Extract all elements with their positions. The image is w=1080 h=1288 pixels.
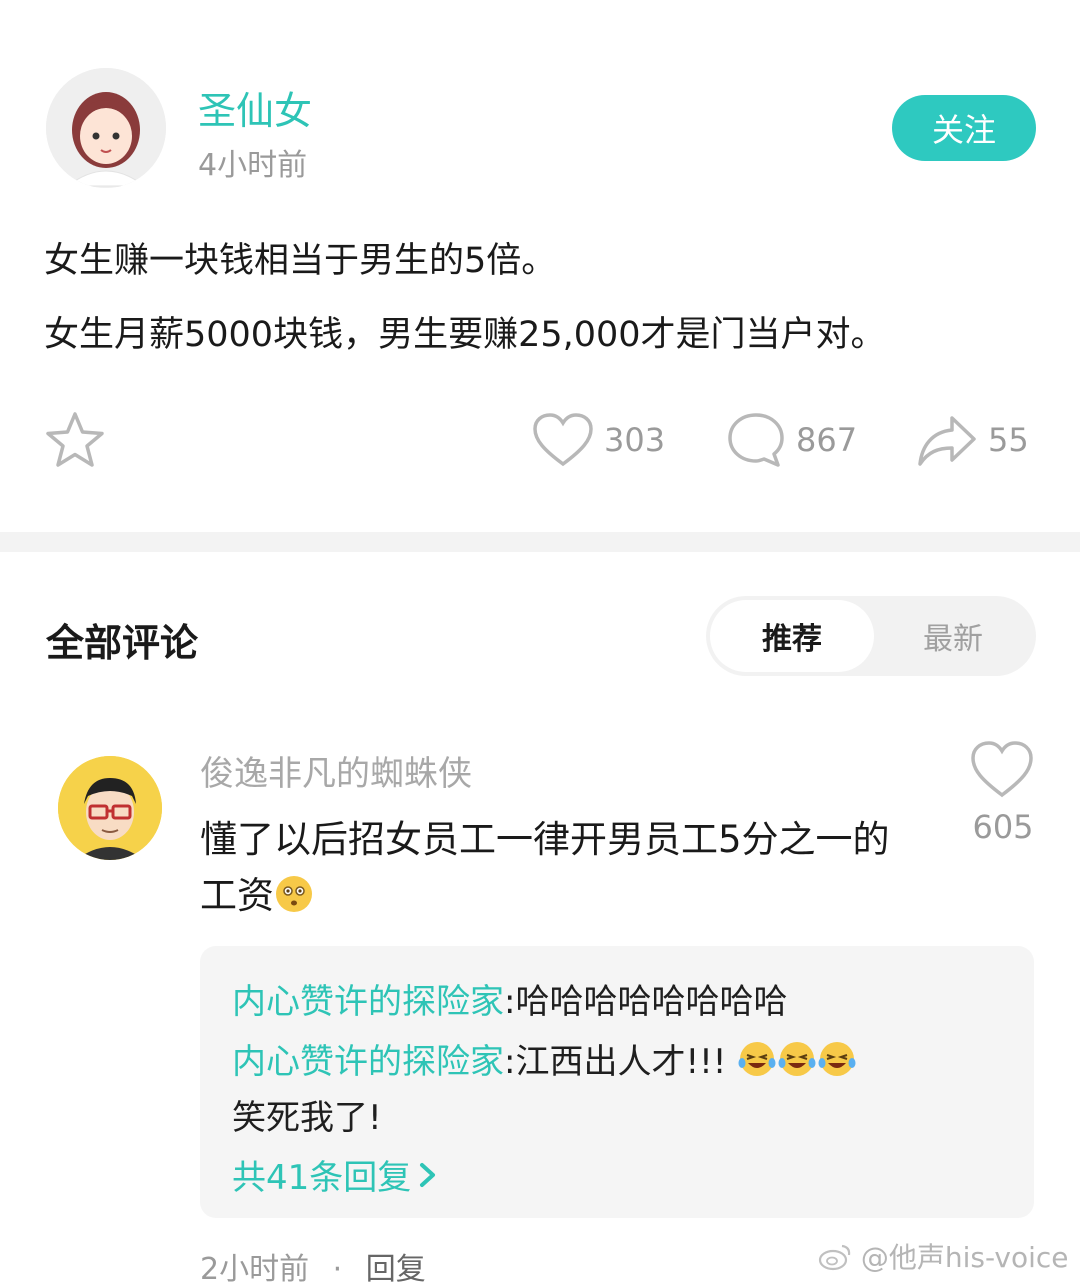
more-replies-link[interactable]: 共41条回复	[232, 1150, 439, 1199]
more-replies-label: 共41条回复	[232, 1158, 412, 1198]
comment-like-count: 605	[972, 808, 1034, 846]
reply-text: 哈哈哈哈哈哈哈哈	[515, 982, 788, 1022]
replies-box: 内心赞许的探险家:哈哈哈哈哈哈哈哈 内心赞许的探险家:江西出人才!!! 笑死我了…	[200, 946, 1034, 1218]
laughing-emoji-icon	[737, 1039, 777, 1079]
heart-icon	[533, 413, 593, 467]
comment-timestamp: 2小时前	[200, 1252, 310, 1287]
share-arrow-icon	[918, 416, 976, 466]
chevron-right-icon	[420, 1162, 436, 1187]
comment-bubble-icon	[728, 413, 784, 467]
comment-action[interactable]: 867	[726, 410, 857, 470]
reply-separator: :	[504, 982, 516, 1022]
share-count: 55	[988, 421, 1029, 459]
like-count: 303	[604, 421, 666, 459]
laughing-emoji-icon	[817, 1039, 857, 1079]
sort-toggle: 推荐 最新	[706, 596, 1036, 676]
girl-avatar-icon	[46, 68, 166, 188]
man-glasses-avatar-icon	[58, 756, 162, 860]
post-timestamp: 4小时前	[198, 148, 308, 183]
post-text-line-1: 女生赚一块钱相当于男生的5倍。	[44, 241, 557, 281]
reply-item[interactable]: 内心赞许的探险家:哈哈哈哈哈哈哈哈	[232, 974, 787, 1023]
dizzy-face-emoji-icon	[274, 874, 314, 914]
footer-dot: ·	[332, 1252, 343, 1287]
reply-button[interactable]: 回复	[366, 1252, 426, 1287]
comment-text: 懂了以后招女员工一律开男员工5分之一的工资	[200, 812, 900, 924]
comments-title: 全部评论	[46, 621, 199, 665]
follow-button[interactable]: 关注	[892, 95, 1036, 161]
reply-separator: :	[504, 1042, 516, 1082]
reply-text: 江西出人才!!!	[515, 1042, 727, 1082]
post-text-line-2: 女生月薪5000块钱，男生要赚25,000才是门当户对。	[44, 315, 886, 355]
comment-like-heart-icon[interactable]	[970, 740, 1034, 800]
watermark: @他声his-voice	[818, 1236, 1068, 1276]
reply-item[interactable]: 内心赞许的探险家:江西出人才!!!	[232, 1034, 857, 1083]
favorite-star-icon[interactable]	[44, 410, 106, 470]
commenter-name[interactable]: 俊逸非凡的蜘蛛侠	[200, 746, 472, 795]
reply-user[interactable]: 内心赞许的探险家	[232, 982, 504, 1022]
comment-count: 867	[796, 421, 858, 459]
like-action[interactable]: 303	[532, 410, 665, 470]
commenter-avatar[interactable]	[58, 756, 162, 860]
reply-user[interactable]: 内心赞许的探险家	[232, 1042, 504, 1082]
section-divider	[0, 532, 1080, 552]
weibo-logo-icon	[818, 1241, 861, 1274]
share-action[interactable]: 55	[916, 410, 1029, 470]
comment-footer: 2小时前 · 回复	[200, 1244, 426, 1288]
tab-recommended[interactable]: 推荐	[710, 600, 874, 672]
author-avatar[interactable]	[46, 68, 166, 188]
reply-text-continued: 笑死我了!	[232, 1098, 382, 1138]
author-name[interactable]: 圣仙女	[198, 80, 312, 135]
watermark-text: @他声his-voice	[860, 1241, 1069, 1274]
tab-latest[interactable]: 最新	[874, 600, 1032, 672]
laughing-emoji-icon	[777, 1039, 817, 1079]
